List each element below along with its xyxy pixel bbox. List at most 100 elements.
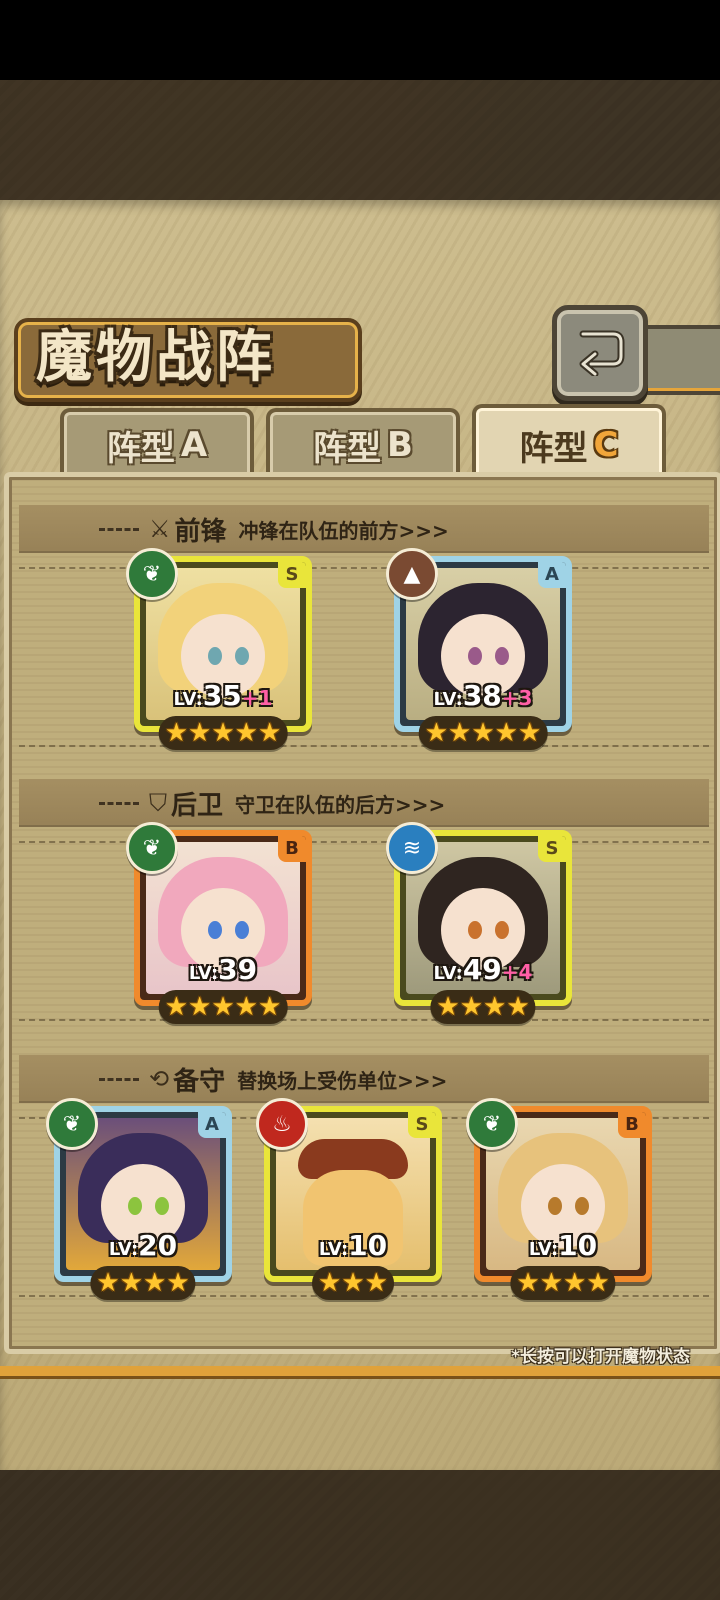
unit-card-front-1[interactable]: S LV:35+1 ❦ ★ ★ ★ ★ ★ — [126, 548, 312, 750]
star-icon: ★ — [143, 1268, 167, 1298]
tab-letter: B — [387, 425, 413, 465]
star-icon: ★ — [234, 718, 258, 748]
formation-tabs: 阵型 A 阵型 B 阵型 C — [14, 404, 710, 482]
rank-badge: B — [618, 1112, 646, 1138]
rank-badge: A — [198, 1112, 226, 1138]
star-icon: ★ — [188, 718, 212, 748]
fire-element-icon: ♨ — [256, 1098, 308, 1150]
swap-icon: ⟲ — [149, 1065, 170, 1093]
map-bottom-band — [0, 1470, 720, 1600]
section-description: 替换场上受伤单位>>> — [237, 1068, 448, 1093]
unit-card-reserve-2[interactable]: S LV:10 ♨ ★ ★ ★ — [256, 1098, 442, 1300]
unit-card-back-1[interactable]: B LV:39 ❦ ★ ★ ★ ★ ★ — [126, 822, 312, 1024]
star-icon: ★ — [436, 992, 460, 1022]
tab-label: 阵型 — [313, 428, 382, 469]
leaf-element-icon: ❦ — [126, 548, 178, 600]
earth-element-icon: ▲ — [386, 548, 438, 600]
section-title: 前锋 — [174, 516, 227, 547]
star-rating: ★ ★ ★ — [312, 1266, 394, 1300]
star-icon: ★ — [119, 1268, 143, 1298]
water-element-icon: ≋ — [386, 822, 438, 874]
leaf-element-icon: ❦ — [46, 1098, 98, 1150]
unit-level: LV:10 — [318, 1229, 388, 1262]
rank-badge: S — [278, 562, 306, 588]
section-description: 守卫在队伍的后方>>> — [235, 792, 446, 817]
tab-label: 阵型 — [519, 428, 588, 469]
star-icon: ★ — [364, 1268, 388, 1298]
star-icon: ★ — [506, 992, 530, 1022]
front-lane — [19, 567, 709, 747]
status-bar — [0, 0, 720, 80]
leaf-element-icon: ❦ — [466, 1098, 518, 1150]
star-icon: ★ — [318, 1268, 342, 1298]
section-header-reserve: ⟲ 备守 替换场上受伤单位>>> — [19, 1055, 709, 1103]
star-icon: ★ — [164, 992, 189, 1022]
divider — [99, 801, 139, 805]
tab-formation-b[interactable]: 阵型 B — [266, 408, 460, 478]
back-lane — [19, 841, 709, 1021]
star-rating: ★ ★ ★ ★ — [90, 1266, 196, 1300]
star-rating: ★ ★ ★ ★ ★ — [158, 716, 288, 750]
star-icon: ★ — [234, 992, 258, 1022]
map-top-band — [0, 80, 720, 200]
star-icon: ★ — [96, 1268, 120, 1298]
star-rating: ★ ★ ★ ★ ★ — [158, 990, 288, 1024]
panel-bottom-trim — [0, 1366, 720, 1376]
long-press-hint: *长按可以打开魔物状态 — [511, 1347, 690, 1367]
star-icon: ★ — [483, 992, 507, 1022]
section-header-back: ⛉ 后卫 守卫在队伍的后方>>> — [19, 779, 709, 827]
star-icon: ★ — [424, 718, 449, 748]
divider — [99, 527, 139, 531]
unit-level: LV:20 — [108, 1229, 178, 1262]
star-icon: ★ — [211, 992, 235, 1022]
tab-letter: C — [593, 425, 619, 465]
star-icon: ★ — [471, 718, 495, 748]
star-icon: ★ — [448, 718, 472, 748]
star-icon: ★ — [257, 992, 282, 1022]
rank-badge: A — [538, 562, 566, 588]
unit-level: LV:10 — [528, 1229, 598, 1262]
tab-letter: A — [180, 425, 208, 465]
rank-badge: B — [278, 836, 306, 862]
shield-icon: ⛉ — [149, 789, 167, 817]
leaf-element-icon: ❦ — [126, 822, 178, 874]
unit-card-front-2[interactable]: A LV:38+3 ▲ ★ ★ ★ ★ ★ — [386, 548, 572, 750]
section-title: 后卫 — [171, 790, 224, 821]
star-icon: ★ — [257, 718, 282, 748]
star-rating: ★ ★ ★ ★ — [510, 1266, 616, 1300]
star-rating: ★ ★ ★ ★ ★ — [418, 716, 548, 750]
unit-level: LV:35+1 — [173, 679, 273, 712]
star-icon: ★ — [188, 992, 212, 1022]
unit-card-reserve-1[interactable]: A LV:20 ❦ ★ ★ ★ ★ — [46, 1098, 232, 1300]
unit-level: LV:49+4 — [433, 953, 533, 986]
rank-badge: S — [538, 836, 566, 862]
star-icon: ★ — [459, 992, 483, 1022]
star-icon: ★ — [516, 1268, 540, 1298]
unit-card-reserve-3[interactable]: B LV:10 ❦ ★ ★ ★ ★ — [466, 1098, 652, 1300]
section-header-front: ⚔ 前锋 冲锋在队伍的前方>>> — [19, 505, 709, 553]
unit-card-back-2[interactable]: S LV:49+4 ≋ ★ ★ ★ ★ — [386, 822, 572, 1024]
star-icon: ★ — [539, 1268, 563, 1298]
unit-level: LV:39 — [188, 953, 258, 986]
star-icon: ★ — [341, 1268, 365, 1298]
tab-formation-c[interactable]: 阵型 C — [472, 404, 666, 482]
tab-formation-a[interactable]: 阵型 A — [60, 408, 254, 478]
return-arrow-icon — [573, 326, 627, 380]
rank-badge: S — [408, 1112, 436, 1138]
page-title: 魔物战阵 — [36, 325, 276, 390]
star-rating: ★ ★ ★ ★ — [430, 990, 536, 1024]
unit-level: LV:38+3 — [433, 679, 533, 712]
star-icon: ★ — [586, 1268, 610, 1298]
back-button-rail — [636, 325, 720, 395]
star-icon: ★ — [164, 718, 189, 748]
star-icon: ★ — [563, 1268, 587, 1298]
section-description: 冲锋在队伍的前方>>> — [238, 518, 449, 543]
star-icon: ★ — [517, 718, 542, 748]
sword-icon: ⚔ — [149, 515, 171, 543]
back-button[interactable] — [552, 305, 648, 401]
star-icon: ★ — [166, 1268, 190, 1298]
star-icon: ★ — [494, 718, 518, 748]
section-title: 备守 — [173, 1066, 226, 1097]
star-icon: ★ — [211, 718, 235, 748]
tab-label: 阵型 — [106, 428, 175, 469]
